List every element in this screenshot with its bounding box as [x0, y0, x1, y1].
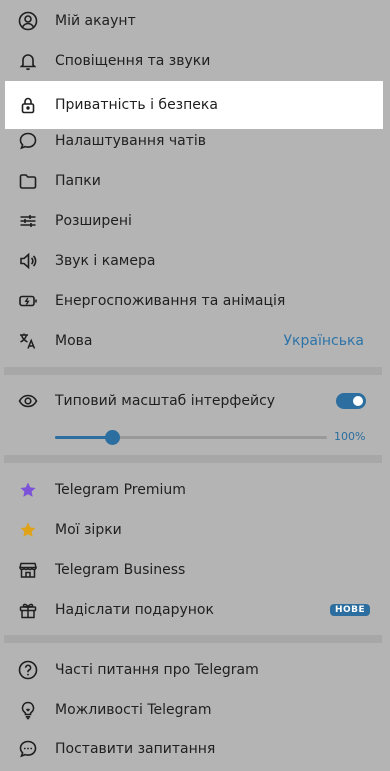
slider-fill: [55, 436, 112, 439]
menu-item-label: Telegram Business: [55, 562, 186, 578]
menu-item-label: Часті питання про Telegram: [55, 662, 259, 678]
user-icon: [17, 10, 39, 32]
sliders-icon: [17, 210, 39, 232]
shop-icon: [17, 559, 39, 581]
speaker-icon: [17, 250, 39, 272]
menu-item-faq[interactable]: Часті питання про Telegram: [0, 650, 390, 690]
gift-icon: [17, 599, 39, 621]
new-badge: НОВЕ: [330, 604, 371, 616]
menu-item-power-saving[interactable]: Енергоспоживання та анімація: [0, 281, 390, 321]
menu-item-sound-camera[interactable]: Звук і камера: [0, 241, 390, 281]
lock-icon: [17, 94, 39, 116]
menu-item-label: Надіслати подарунок: [55, 602, 214, 618]
interface-scale-row[interactable]: Типовий масштаб інтерфейсу: [0, 381, 390, 421]
menu-item-advanced[interactable]: Розширені: [0, 201, 390, 241]
menu-item-label: Поставити запитання: [55, 741, 216, 757]
section-divider: [4, 455, 382, 463]
menu-item-label: Telegram Premium: [55, 482, 186, 498]
menu-item-label: Енергоспоживання та анімація: [55, 293, 286, 309]
menu-item-telegram-business[interactable]: Telegram Business: [0, 550, 390, 590]
menu-item-language[interactable]: Мова Українська: [0, 321, 390, 361]
question-icon: [17, 659, 39, 681]
menu-item-chat-settings[interactable]: Налаштування чатів: [0, 121, 390, 161]
menu-item-label: Сповіщення та звуки: [55, 53, 211, 69]
menu-item-label: Налаштування чатів: [55, 133, 207, 149]
eye-icon: [17, 390, 39, 412]
section-divider: [4, 367, 382, 375]
star-gold-icon: [17, 519, 39, 541]
menu-item-telegram-premium[interactable]: Telegram Premium: [0, 470, 390, 510]
menu-item-label: Розширені: [55, 213, 132, 229]
menu-item-send-gift[interactable]: Надіслати подарунок НОВЕ: [0, 590, 390, 630]
menu-item-ask-question[interactable]: Поставити запитання: [0, 729, 390, 769]
folder-icon: [17, 170, 39, 192]
menu-item-label: Мова: [55, 333, 93, 349]
interface-scale-toggle[interactable]: [336, 393, 366, 409]
menu-item-label: Мій акаунт: [55, 13, 136, 29]
interface-scale-slider[interactable]: [55, 430, 327, 445]
menu-item-label: Приватність і безпека: [55, 97, 218, 113]
menu-item-my-account[interactable]: Мій акаунт: [0, 1, 390, 41]
menu-item-label: Мої зірки: [55, 522, 122, 538]
menu-item-my-stars[interactable]: Мої зірки: [0, 510, 390, 550]
battery-icon: [17, 290, 39, 312]
slider-handle[interactable]: [105, 430, 120, 445]
menu-item-label: Папки: [55, 173, 101, 189]
menu-item-label: Можливості Telegram: [55, 702, 212, 718]
translate-icon: [17, 330, 39, 352]
interface-scale-label: Типовий масштаб інтерфейсу: [55, 393, 276, 409]
bell-icon: [17, 50, 39, 72]
chat-dots-icon: [17, 738, 39, 760]
menu-item-notifications[interactable]: Сповіщення та звуки: [0, 41, 390, 81]
menu-item-folders[interactable]: Папки: [0, 161, 390, 201]
toggle-knob: [351, 394, 365, 408]
section-divider: [4, 635, 382, 643]
star-purple-icon: [17, 479, 39, 501]
menu-item-label: Звук і камера: [55, 253, 156, 269]
interface-scale-value: 100%: [334, 430, 366, 443]
menu-item-telegram-features[interactable]: Можливості Telegram: [0, 690, 390, 730]
language-value: Українська: [283, 333, 364, 349]
chat-bubble-icon: [17, 130, 39, 152]
lightbulb-icon: [17, 699, 39, 721]
